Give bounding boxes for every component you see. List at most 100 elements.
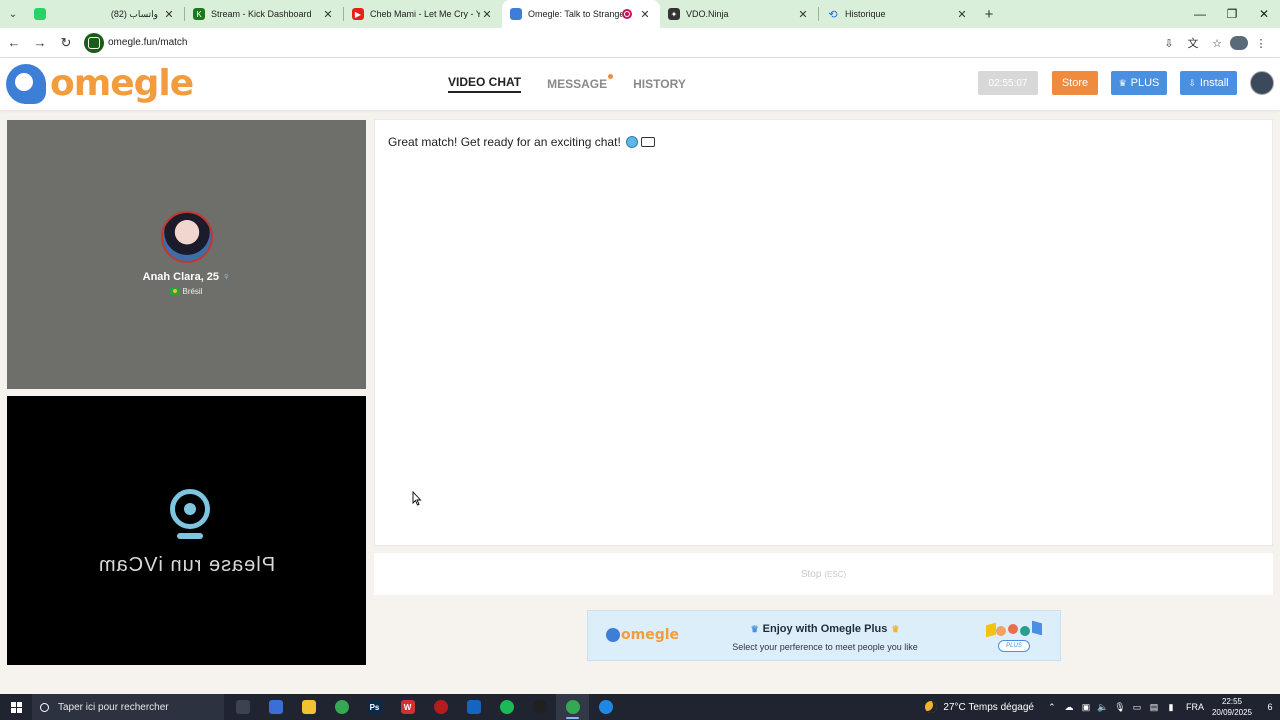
taskbar-app-photoshop[interactable]: Ps	[358, 694, 391, 720]
close-icon[interactable]: ✕	[955, 8, 969, 21]
taskbar-app-task-view[interactable]	[226, 694, 259, 720]
close-icon[interactable]: ✕	[638, 8, 652, 21]
brazil-flag-icon	[170, 288, 181, 296]
language-indicator[interactable]: FRA	[1186, 702, 1204, 712]
speaker-icon[interactable]: 🔈	[1095, 702, 1111, 713]
plus-badge: PLUS	[998, 640, 1030, 652]
kick-icon: K	[193, 8, 205, 20]
more-menu-icon[interactable]: ⋮	[1250, 31, 1272, 55]
user-avatar[interactable]	[1250, 71, 1274, 95]
taskbar-app-chrome-active[interactable]	[556, 694, 589, 720]
self-video-panel: Please run iVCam	[7, 396, 366, 665]
new-tab-button[interactable]: +	[977, 0, 1001, 28]
taskbar-app-file-explorer[interactable]	[292, 694, 325, 720]
chat-area: Great match! Get ready for an exciting c…	[374, 119, 1273, 546]
close-icon[interactable]: ✕	[796, 8, 810, 21]
webcam-base	[177, 533, 203, 539]
bookmark-star-icon[interactable]: ☆	[1206, 31, 1228, 55]
nav-message[interactable]: MESSAGE	[547, 74, 614, 91]
spotify-icon	[499, 700, 514, 714]
history-icon: ⟲	[828, 8, 838, 21]
search-icon	[40, 702, 49, 712]
system-tray: 27°C Temps dégagé ⌃ ☁ ▣ 🔈 🎙 ▭ ▤ ▮ FRA 22…	[925, 694, 1280, 720]
obs-red-icon	[433, 700, 448, 714]
chrome-active-icon	[565, 700, 580, 714]
person-icon	[1008, 624, 1018, 634]
taskbar-app-wps-office[interactable]: W	[391, 694, 424, 720]
tab-title: Cheb Mami - Let Me Cry - YouTube	[370, 9, 480, 19]
taskbar-app-media-app[interactable]	[457, 694, 490, 720]
minimize-icon[interactable]: —	[1184, 0, 1216, 28]
taskbar-app-obs-red[interactable]	[424, 694, 457, 720]
toolbar-actions: ⇩ 文 ☆ ⋮	[1156, 31, 1272, 55]
taskbar-app-store-app[interactable]	[259, 694, 292, 720]
tab-omegle[interactable]: Omegle: Talk to Strangers vi ✕	[502, 0, 660, 28]
nav-video-chat[interactable]: VIDEO CHAT	[448, 75, 522, 93]
taskbar-app-obs-studio[interactable]	[523, 694, 556, 720]
taskbar-app-chrome[interactable]	[325, 694, 358, 720]
logo-text: omegle	[50, 63, 194, 104]
plus-button[interactable]: ♛ PLUS	[1111, 71, 1167, 95]
clock-date: 20/09/2025	[1211, 708, 1252, 717]
chat-bubble-icon	[640, 137, 655, 147]
taskbar-app-spotify[interactable]	[490, 694, 523, 720]
taskbar-search[interactable]: Taper ici pour rechercher	[32, 694, 224, 720]
photoshop-icon: Ps	[367, 700, 382, 714]
chevron-up-icon[interactable]: ⌃	[1044, 702, 1060, 713]
tab-vdoninja[interactable]: ✦ VDO.Ninja ✕	[660, 0, 818, 28]
tab-history[interactable]: ⟲ Historique ✕	[819, 0, 977, 28]
translate-icon[interactable]: 文	[1182, 31, 1204, 55]
display-icon[interactable]: ▤	[1146, 702, 1162, 713]
crown-icon: ♛	[1118, 77, 1127, 88]
tab-title: Historique	[845, 9, 886, 19]
close-window-icon[interactable]: ✕	[1248, 0, 1280, 28]
obs-studio-icon	[532, 700, 547, 714]
store-button[interactable]: Store	[1052, 71, 1098, 95]
wps-office-icon: W	[400, 700, 415, 714]
install-app-icon[interactable]: ⇩	[1158, 31, 1180, 55]
chrome-icon	[334, 700, 349, 714]
tab-title: (82) واتساب	[110, 8, 158, 19]
clock-time: 22:55	[1221, 697, 1242, 706]
tab-whatsapp[interactable]: (82) واتساب ✕	[26, 0, 184, 28]
back-icon[interactable]: ←	[2, 31, 26, 55]
tab-search-chevron-icon[interactable]: ⌄	[0, 0, 26, 28]
windows-icon	[10, 701, 22, 713]
site-info-icon[interactable]	[84, 32, 104, 53]
omegle-plus-banner[interactable]: omegle ♛ Enjoy with Omegle Plus ♛ Select y…	[587, 610, 1061, 661]
close-icon[interactable]: ✕	[480, 8, 494, 21]
profile-avatar[interactable]	[1230, 36, 1248, 50]
stranger-country-text: Brésil	[182, 287, 203, 296]
tab-youtube[interactable]: ▶ Cheb Mami - Let Me Cry - YouTube ✕	[344, 0, 502, 28]
network-icon[interactable]: ▭	[1129, 702, 1145, 713]
nav-history[interactable]: HISTORY	[633, 77, 686, 91]
address-bar[interactable]: omegle.fun/match	[84, 31, 188, 55]
close-icon[interactable]: ✕	[162, 8, 176, 21]
battery-icon[interactable]: ▮	[1163, 702, 1179, 713]
window-controls: — ❐ ✕	[1184, 0, 1280, 28]
notification-center[interactable]: 6	[1260, 694, 1280, 720]
omegle-logo-icon	[6, 64, 46, 104]
clock[interactable]: 22:55 20/09/2025	[1212, 696, 1252, 718]
header-actions: 02:55:07 Store ♛ PLUS ⇩ Install	[978, 71, 1274, 95]
install-button[interactable]: ⇩ Install	[1180, 71, 1237, 95]
reload-icon[interactable]: ↻	[54, 31, 78, 55]
whatsapp-icon	[34, 8, 46, 20]
taskbar-app-edge[interactable]	[589, 694, 622, 720]
crown-icon: ♛	[891, 624, 900, 634]
url-text[interactable]: omegle.fun/match	[108, 37, 188, 48]
omegle-logo[interactable]: omegle	[6, 63, 194, 104]
start-button[interactable]	[0, 694, 32, 720]
browser-toolbar: ← → ↻ omegle.fun/match ⇩ 文 ☆ ⋮	[0, 28, 1280, 58]
microphone-icon[interactable]: 🎙	[1112, 702, 1128, 713]
taskbar-apps: Ps W	[226, 694, 622, 720]
app-tray-icon[interactable]: ▣	[1078, 702, 1094, 713]
cloud-icon[interactable]: ☁	[1061, 702, 1077, 713]
forward-icon[interactable]: →	[28, 31, 52, 55]
search-placeholder: Taper ici pour rechercher	[58, 701, 169, 713]
close-icon[interactable]: ✕	[321, 8, 335, 21]
stop-button[interactable]: Stop (ESC)	[374, 553, 1273, 595]
tab-kick[interactable]: K Stream - Kick Dashboard ✕	[185, 0, 343, 28]
weather-widget[interactable]: 27°C Temps dégagé	[925, 701, 1034, 713]
restore-icon[interactable]: ❐	[1216, 0, 1248, 28]
